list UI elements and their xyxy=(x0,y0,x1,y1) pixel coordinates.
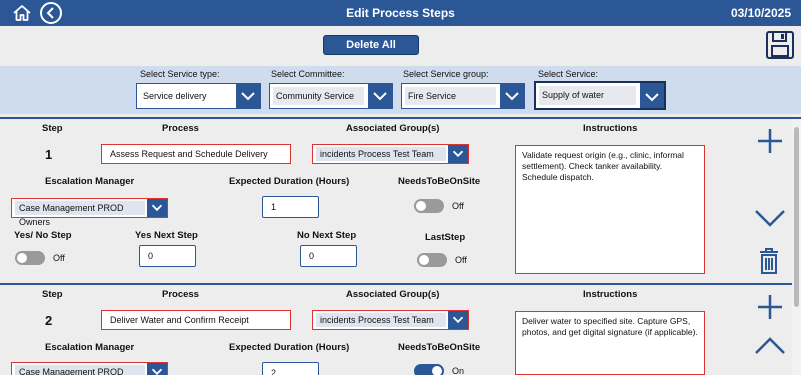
step-card: Step Process Associated Group(s) Instruc… xyxy=(0,285,792,375)
expected-duration-label: Expected Duration (Hours) xyxy=(229,176,350,187)
escalation-manager-value: Case Management PROD Owners xyxy=(15,201,145,227)
chevron-down-icon xyxy=(448,145,468,163)
service-type-value: Service delivery xyxy=(143,91,207,101)
expected-duration-input[interactable]: 2 xyxy=(262,362,319,375)
service-type-label: Select Service type: xyxy=(140,69,220,79)
chevron-down-icon xyxy=(448,311,468,329)
filter-bar: Select Service type: Service delivery Se… xyxy=(0,66,801,114)
service-group-value: Fire Service xyxy=(405,87,496,105)
service-dropdown[interactable]: Supply of water xyxy=(534,81,666,110)
expected-duration-label: Expected Duration (Hours) xyxy=(229,342,350,353)
save-icon[interactable] xyxy=(765,30,795,60)
yes-no-step-label: Yes/ No Step xyxy=(14,230,72,241)
page-title: Edit Process Steps xyxy=(346,6,455,20)
scrollbar[interactable] xyxy=(792,119,801,375)
needs-on-site-state: Off xyxy=(452,201,464,211)
service-group-dropdown[interactable]: Fire Service xyxy=(401,83,525,109)
process-input[interactable]: Deliver Water and Confirm Receipt xyxy=(101,310,291,330)
escalation-manager-dropdown[interactable]: Case Management PROD Owners xyxy=(11,362,168,375)
associated-group-dropdown[interactable]: incidents Process Test Team xyxy=(312,144,469,164)
app-header: Edit Process Steps 03/10/2025 xyxy=(0,0,801,26)
chevron-down-icon xyxy=(368,84,392,108)
no-next-step-input[interactable]: 0 xyxy=(300,245,357,267)
yes-no-step-state: Off xyxy=(53,253,65,263)
expected-duration-input[interactable]: 1 xyxy=(262,196,319,218)
service-value: Supply of water xyxy=(539,86,636,105)
escalation-manager-value: Case Management PROD Owners xyxy=(15,365,145,375)
chevron-down-icon xyxy=(147,199,167,217)
current-date: 03/10/2025 xyxy=(730,6,791,20)
instructions-header: Instructions xyxy=(583,289,638,300)
service-type-dropdown[interactable]: Service delivery xyxy=(136,83,261,109)
instructions-textarea[interactable]: Validate request origin (e.g., clinic, i… xyxy=(515,145,705,274)
escalation-manager-label: Escalation Manager xyxy=(45,176,135,187)
instructions-textarea[interactable]: Deliver water to specified site. Capture… xyxy=(515,311,705,375)
move-up-icon[interactable] xyxy=(754,335,786,357)
chevron-down-icon xyxy=(500,84,524,108)
yes-next-step-input[interactable]: 0 xyxy=(139,245,196,267)
step-header: Step xyxy=(42,123,63,134)
move-down-icon[interactable] xyxy=(754,207,786,229)
associated-group-dropdown[interactable]: incidents Process Test Team xyxy=(312,310,469,330)
committee-dropdown[interactable]: Community Service xyxy=(269,83,393,109)
chevron-down-icon xyxy=(147,363,167,375)
service-group-label: Select Service group: xyxy=(403,69,489,79)
no-next-step-label: No Next Step xyxy=(297,230,357,241)
step-card: Step Process Associated Group(s) Instruc… xyxy=(0,119,792,285)
delete-all-button[interactable]: Delete All xyxy=(323,35,419,55)
needs-on-site-label: NeedsToBeOnSite xyxy=(398,342,481,353)
service-label: Select Service: xyxy=(538,69,599,79)
trash-icon[interactable] xyxy=(758,247,780,275)
step-header: Step xyxy=(42,289,63,300)
instructions-header: Instructions xyxy=(583,123,638,134)
needs-on-site-state: On xyxy=(452,366,465,375)
associated-groups-header: Associated Group(s) xyxy=(346,123,440,134)
add-step-icon[interactable] xyxy=(756,127,784,155)
step-number: 1 xyxy=(45,147,53,162)
needs-on-site-label: NeedsToBeOnSite xyxy=(398,176,481,187)
scrollbar-thumb[interactable] xyxy=(794,127,799,307)
yes-no-step-toggle[interactable] xyxy=(15,251,45,265)
process-header: Process xyxy=(162,123,199,134)
needs-on-site-toggle[interactable] xyxy=(414,199,444,213)
add-step-icon[interactable] xyxy=(756,293,784,321)
last-step-state: Off xyxy=(455,255,467,265)
last-step-label: LastStep xyxy=(425,232,466,243)
yes-next-step-label: Yes Next Step xyxy=(135,230,198,241)
associated-groups-header: Associated Group(s) xyxy=(346,289,440,300)
associated-group-value: incidents Process Test Team xyxy=(316,147,446,161)
chevron-down-icon xyxy=(640,83,664,108)
step-number: 2 xyxy=(45,313,53,328)
committee-value: Community Service xyxy=(273,87,364,105)
process-header: Process xyxy=(162,289,199,300)
escalation-manager-label: Escalation Manager xyxy=(45,342,135,353)
committee-label: Select Committee: xyxy=(271,69,345,79)
chevron-down-icon xyxy=(236,84,260,108)
last-step-toggle[interactable] xyxy=(417,253,447,267)
process-input[interactable]: Assess Request and Schedule Delivery xyxy=(101,144,291,164)
escalation-manager-dropdown[interactable]: Case Management PROD Owners xyxy=(11,198,168,227)
associated-group-value: incidents Process Test Team xyxy=(316,313,446,327)
needs-on-site-toggle[interactable] xyxy=(414,364,444,375)
